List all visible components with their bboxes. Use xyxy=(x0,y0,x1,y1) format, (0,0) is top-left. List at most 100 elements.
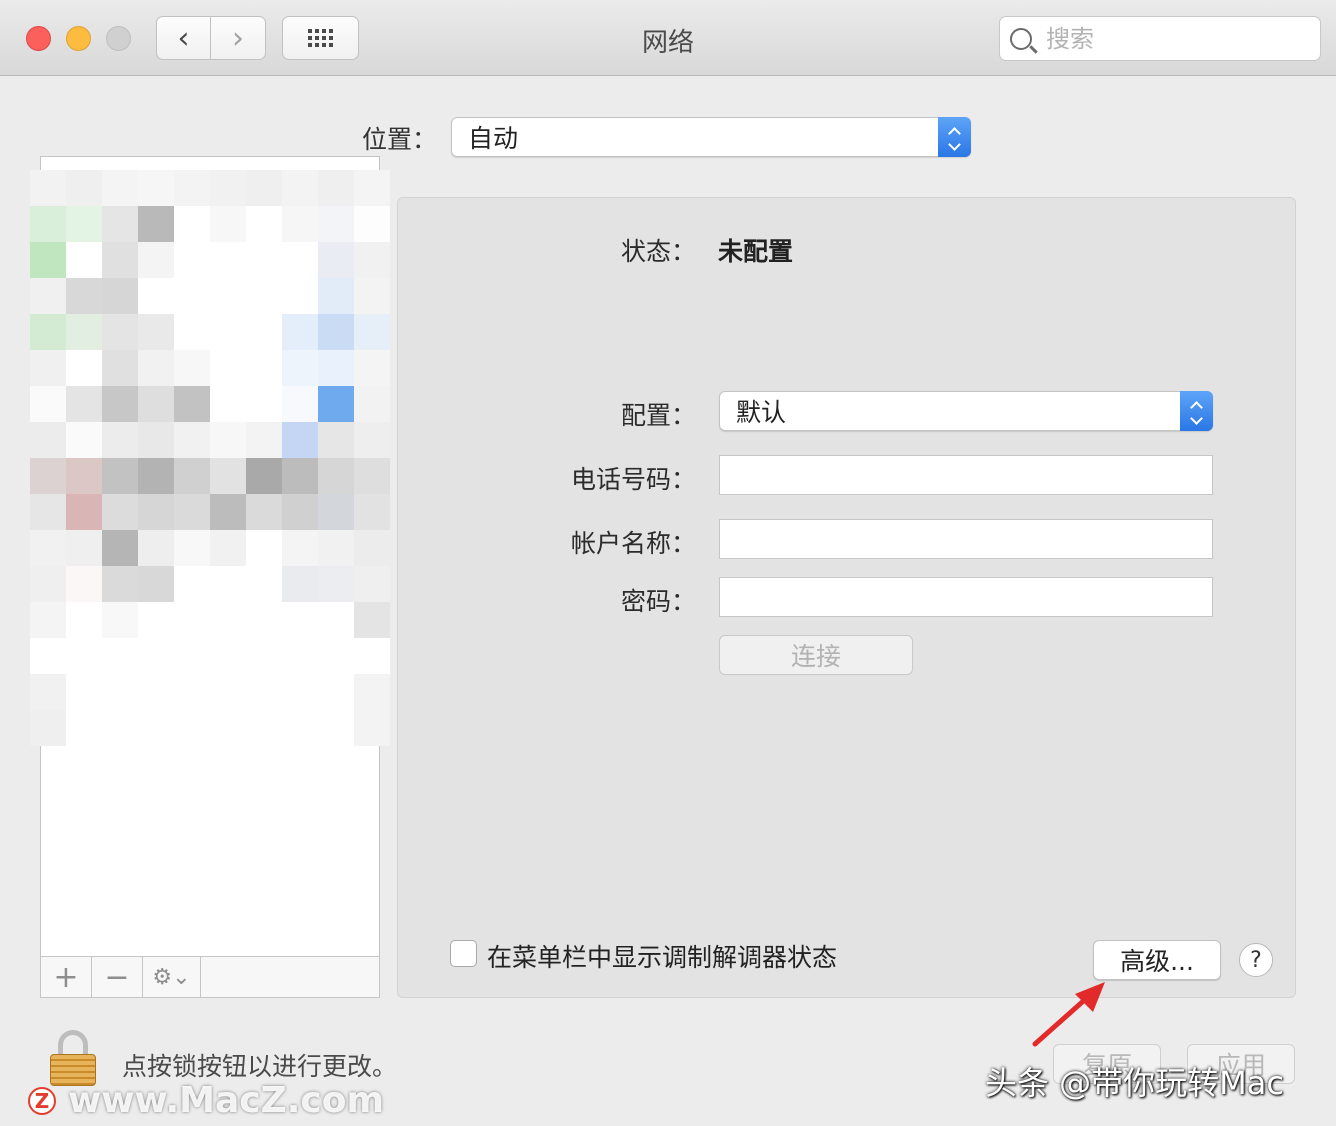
blurred-cell xyxy=(174,170,210,206)
password-field[interactable] xyxy=(719,577,1213,617)
lock-icon[interactable] xyxy=(50,1030,96,1086)
blurred-cell xyxy=(318,350,354,386)
blurred-cell xyxy=(30,710,66,746)
blurred-cell xyxy=(246,242,282,278)
blurred-cell xyxy=(30,494,66,530)
blurred-cell xyxy=(102,170,138,206)
window-title: 网络 xyxy=(641,28,694,58)
blurred-cell xyxy=(210,674,246,710)
blurred-cell xyxy=(246,494,282,530)
blurred-cell xyxy=(282,350,318,386)
blurred-cell xyxy=(282,170,318,206)
search-input[interactable] xyxy=(1046,24,1306,53)
add-service-button[interactable]: + xyxy=(41,957,92,997)
service-list-toolbar: + − ⚙⌄ xyxy=(40,956,380,998)
plus-icon: + xyxy=(53,959,79,995)
connect-button[interactable]: 连接 xyxy=(719,635,913,675)
config-select[interactable]: 默认 xyxy=(719,391,1213,431)
blurred-cell xyxy=(66,530,102,566)
gear-icon: ⚙⌄ xyxy=(152,964,191,990)
blurred-cell xyxy=(102,530,138,566)
blurred-cell xyxy=(66,458,102,494)
blurred-cell xyxy=(138,602,174,638)
blurred-cell xyxy=(102,350,138,386)
blurred-cell xyxy=(246,422,282,458)
chevron-left-icon: ‹ xyxy=(177,20,190,56)
forward-button[interactable]: › xyxy=(210,16,266,60)
blurred-cell xyxy=(210,494,246,530)
blurred-cell xyxy=(354,422,390,458)
blurred-cell xyxy=(138,242,174,278)
blurred-cell xyxy=(210,170,246,206)
blurred-cell xyxy=(246,170,282,206)
blurred-cell xyxy=(102,278,138,314)
blurred-cell xyxy=(210,242,246,278)
minimize-window-button[interactable] xyxy=(66,26,91,51)
blurred-cell xyxy=(102,206,138,242)
back-button[interactable]: ‹ xyxy=(156,16,211,60)
help-button[interactable]: ? xyxy=(1239,943,1273,977)
blurred-cell xyxy=(102,314,138,350)
remove-service-button[interactable]: − xyxy=(92,957,143,997)
blurred-cell xyxy=(30,278,66,314)
phone-number-field[interactable] xyxy=(719,455,1213,495)
close-window-button[interactable] xyxy=(26,26,51,51)
blurred-cell xyxy=(102,710,138,746)
blurred-cell xyxy=(318,638,354,674)
action-menu-button[interactable]: ⚙⌄ xyxy=(143,957,201,997)
blurred-cell xyxy=(102,458,138,494)
blurred-cell xyxy=(66,206,102,242)
show-all-button[interactable] xyxy=(282,16,359,60)
blurred-cell xyxy=(66,566,102,602)
blurred-cell xyxy=(318,386,354,422)
blurred-cell xyxy=(246,710,282,746)
service-list-blurred xyxy=(30,170,390,746)
show-modem-status-checkbox[interactable] xyxy=(450,940,477,967)
blurred-cell xyxy=(30,350,66,386)
blurred-cell xyxy=(174,458,210,494)
blurred-cell xyxy=(102,422,138,458)
blurred-cell xyxy=(174,674,210,710)
blurred-cell xyxy=(210,602,246,638)
lock-hint-text: 点按锁按钮以进行更改。 xyxy=(122,1052,398,1081)
status-value: 未配置 xyxy=(718,237,794,266)
blurred-cell xyxy=(210,314,246,350)
blurred-cell xyxy=(210,458,246,494)
blurred-cell xyxy=(138,710,174,746)
blurred-cell xyxy=(246,458,282,494)
blurred-cell xyxy=(174,350,210,386)
blurred-cell xyxy=(30,638,66,674)
blurred-cell xyxy=(282,530,318,566)
show-modem-status-label[interactable]: 在菜单栏中显示调制解调器状态 xyxy=(487,938,837,974)
blurred-cell xyxy=(66,386,102,422)
blurred-cell xyxy=(66,674,102,710)
zoom-window-button[interactable] xyxy=(106,26,131,51)
advanced-button[interactable]: 高级... xyxy=(1093,940,1221,980)
blurred-cell xyxy=(210,530,246,566)
blurred-cell xyxy=(66,710,102,746)
blurred-cell xyxy=(66,638,102,674)
blurred-cell xyxy=(174,494,210,530)
blurred-cell xyxy=(282,242,318,278)
blurred-cell xyxy=(138,458,174,494)
blurred-cell xyxy=(354,170,390,206)
blurred-cell xyxy=(318,170,354,206)
location-select[interactable]: 自动 xyxy=(451,117,971,157)
config-value: 默认 xyxy=(736,398,787,427)
search-field[interactable] xyxy=(999,16,1321,61)
blurred-cell xyxy=(30,170,66,206)
watermark-left-text: www.MacZ.com xyxy=(68,1080,384,1121)
location-label: 位置： xyxy=(362,125,438,154)
blurred-cell xyxy=(102,494,138,530)
blurred-cell xyxy=(354,710,390,746)
blurred-cell xyxy=(210,422,246,458)
account-name-field[interactable] xyxy=(719,519,1213,559)
blurred-cell xyxy=(354,674,390,710)
blurred-cell xyxy=(246,638,282,674)
blurred-cell xyxy=(318,494,354,530)
blurred-cell xyxy=(174,278,210,314)
blurred-cell xyxy=(318,422,354,458)
blurred-cell xyxy=(318,710,354,746)
blurred-cell xyxy=(30,530,66,566)
blurred-cell xyxy=(246,530,282,566)
